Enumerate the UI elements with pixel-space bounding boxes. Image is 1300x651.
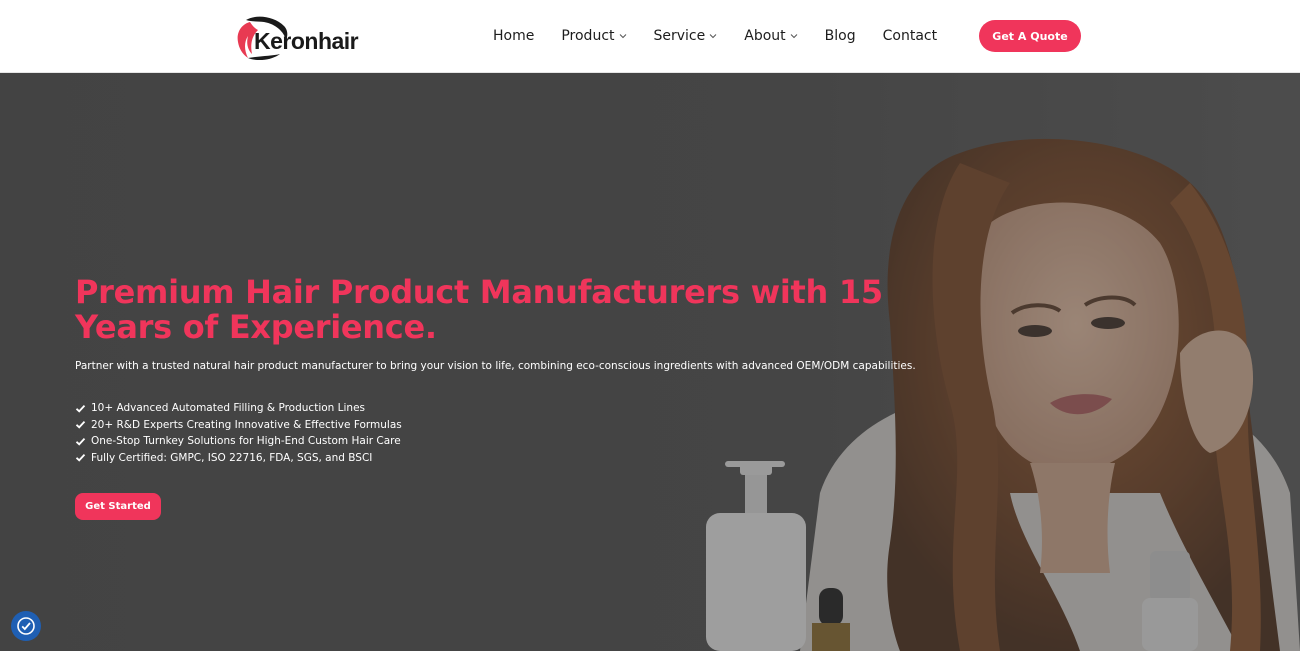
feature-list: 10+ Advanced Automated Filling & Product… [75, 400, 402, 466]
nav-contact-label: Contact [882, 28, 938, 44]
main-nav: Home Product Service About Blog Contact [493, 26, 964, 46]
check-icon [75, 454, 86, 462]
hero-title: Premium Hair Product Manufacturers with … [75, 273, 883, 346]
nav-product[interactable]: Product [561, 26, 626, 46]
feature-text: One-Stop Turnkey Solutions for High-End … [91, 435, 401, 448]
feature-text: Fully Certified: GMPC, ISO 22716, FDA, S… [91, 451, 373, 464]
get-a-quote-button[interactable]: Get A Quote [979, 20, 1081, 52]
feature-item: Fully Certified: GMPC, ISO 22716, FDA, S… [75, 450, 402, 467]
check-icon [75, 421, 86, 429]
chevron-down-icon [709, 34, 717, 39]
chevron-down-icon [619, 34, 626, 39]
accessibility-icon [17, 617, 35, 635]
nav-service-label: Service [653, 28, 706, 44]
feature-item: 10+ Advanced Automated Filling & Product… [75, 400, 402, 417]
nav-contact[interactable]: Contact [883, 26, 937, 46]
get-started-button[interactable]: Get Started [75, 493, 161, 520]
hero-subtitle: Partner with a trusted natural hair prod… [75, 360, 916, 372]
nav-blog-label: Blog [824, 28, 856, 44]
check-icon [75, 437, 86, 446]
brand-name: Keronhair [254, 28, 359, 54]
feature-item: 20+ R&D Experts Creating Innovative & Ef… [75, 417, 402, 434]
feature-item: One-Stop Turnkey Solutions for High-End … [75, 433, 402, 450]
nav-home-label: Home [493, 28, 535, 44]
hero-section: Premium Hair Product Manufacturers with … [0, 73, 1300, 651]
chevron-down-icon [790, 34, 798, 39]
feature-text: 20+ R&D Experts Creating Innovative & Ef… [91, 418, 402, 431]
nav-blog[interactable]: Blog [825, 26, 856, 46]
brand-logo[interactable]: Keronhair [232, 14, 359, 60]
feature-text: 10+ Advanced Automated Filling & Product… [91, 402, 365, 415]
nav-about-label: About [744, 28, 786, 44]
accessibility-button[interactable] [11, 611, 41, 641]
nav-product-label: Product [561, 28, 615, 44]
nav-about[interactable]: About [744, 26, 798, 46]
nav-home[interactable]: Home [493, 26, 534, 46]
site-header: Keronhair Home Product Service About Blo… [0, 0, 1300, 73]
nav-service[interactable]: Service [654, 26, 718, 46]
check-icon [75, 404, 86, 413]
